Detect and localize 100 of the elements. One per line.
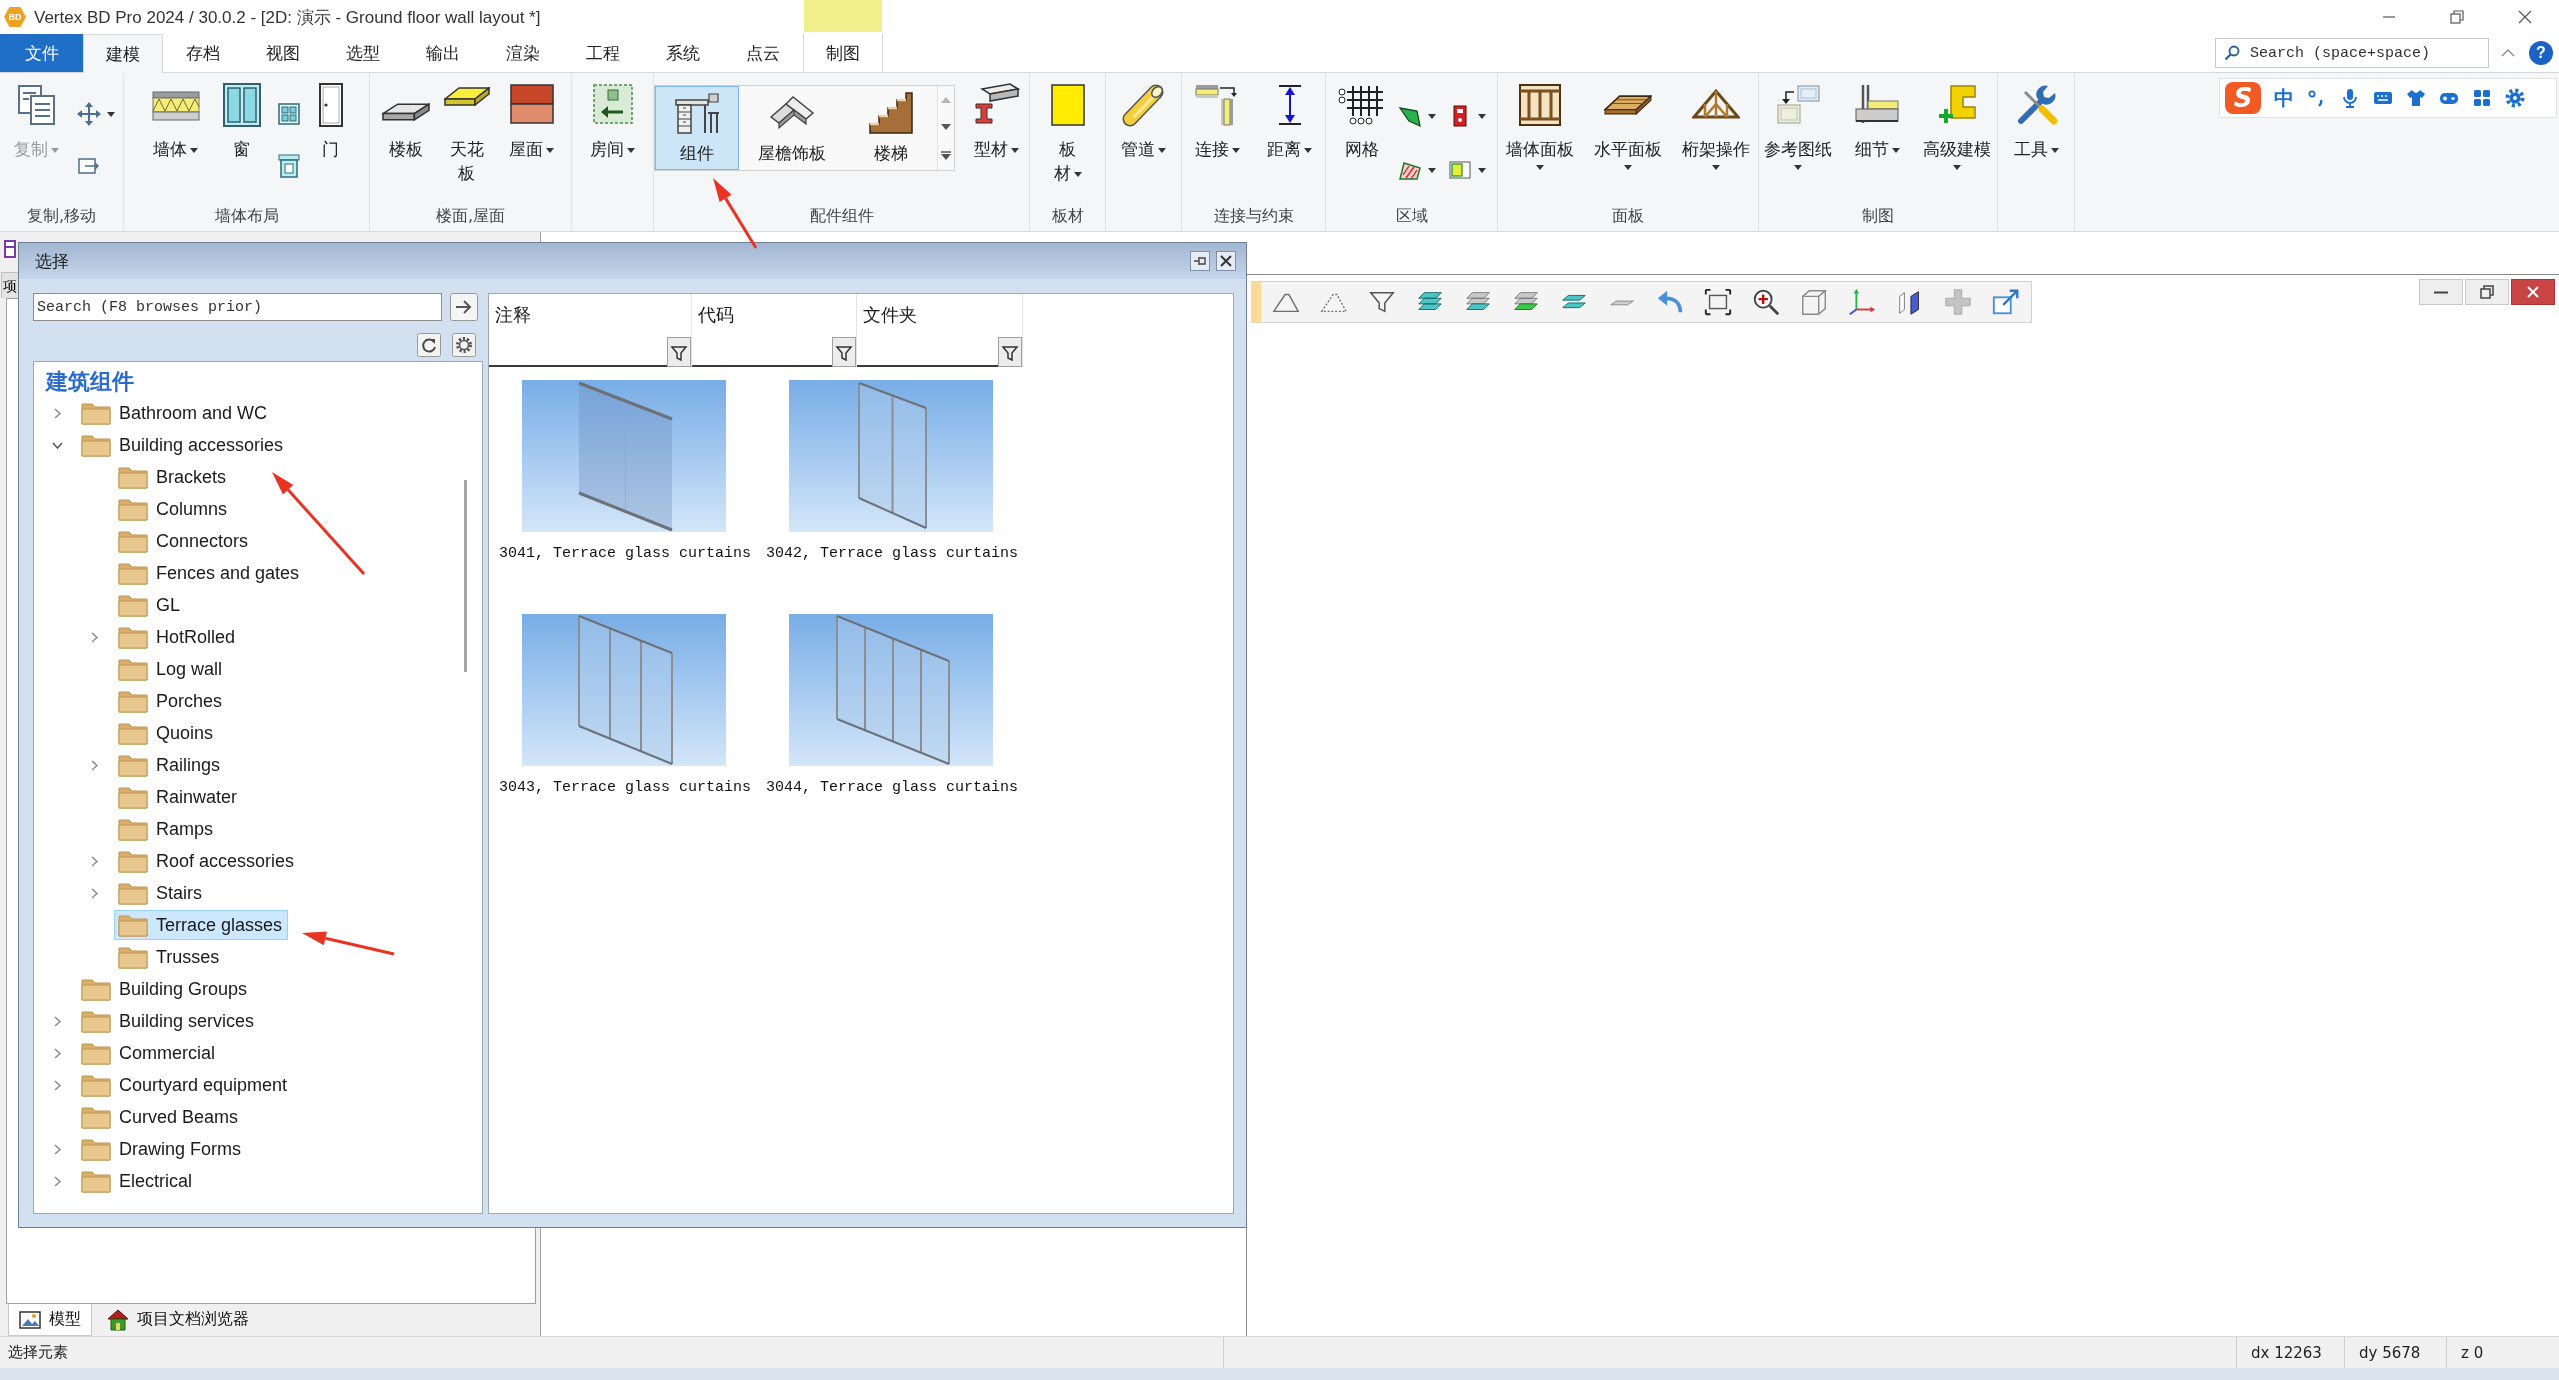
menu-tab[interactable]: 输出: [403, 34, 483, 72]
restore-button[interactable]: [2465, 279, 2509, 305]
tree-item[interactable]: Brackets: [114, 462, 233, 492]
tree-item[interactable]: Courtyard equipment: [77, 1070, 294, 1100]
ribbon-button[interactable]: 管道: [1107, 80, 1180, 162]
scrollbar-thumb[interactable]: [464, 480, 467, 672]
column-header[interactable]: 代码: [698, 305, 734, 325]
fit-frame-icon[interactable]: [1703, 287, 1733, 317]
chevron-icon[interactable]: [51, 441, 63, 449]
cube-icon[interactable]: [1799, 287, 1829, 317]
tree-item[interactable]: Building services: [77, 1006, 261, 1036]
close-icon[interactable]: [2517, 9, 2533, 25]
export-icon[interactable]: [1991, 287, 2021, 317]
help-button[interactable]: ?: [2529, 41, 2553, 65]
minimize-button[interactable]: [2419, 279, 2463, 305]
search-field[interactable]: Search (F8 browses prior): [33, 293, 442, 321]
menu-tab[interactable]: 渲染: [483, 34, 563, 72]
scroll-down-icon[interactable]: [941, 123, 951, 130]
collapse-icon[interactable]: [2501, 49, 2515, 57]
ime-mode-toggle[interactable]: 中: [2274, 84, 2294, 112]
tree-item[interactable]: Quoins: [114, 718, 220, 748]
ribbon-button[interactable]: 连接: [1185, 80, 1250, 162]
ribbon-button[interactable]: 型材: [963, 80, 1029, 162]
menu-tab[interactable]: 制图: [803, 34, 883, 72]
ribbon-button[interactable]: 网格: [1335, 80, 1388, 162]
ribbon-button[interactable]: 房间: [578, 80, 647, 162]
menu-tab[interactable]: 系统: [643, 34, 723, 72]
chevron-icon[interactable]: [53, 1143, 61, 1155]
tree-item[interactable]: Porches: [114, 686, 229, 716]
panel-tab[interactable]: 项目文档浏览器: [96, 1304, 260, 1336]
tree-item[interactable]: Columns: [114, 494, 234, 524]
tree-item[interactable]: Fences and gates: [114, 558, 306, 588]
tree-item[interactable]: Log wall: [114, 654, 229, 684]
ribbon-button[interactable]: 参考图纸: [1759, 80, 1838, 172]
ribbon-button[interactable]: 桁架操作: [1676, 80, 1756, 172]
restore-icon[interactable]: [2449, 9, 2465, 25]
tree-item[interactable]: Drawing Forms: [77, 1134, 248, 1164]
refresh-icon[interactable]: [417, 333, 441, 357]
chevron-icon[interactable]: [53, 1079, 61, 1091]
search-field[interactable]: Search (space+space): [2215, 38, 2489, 68]
ribbon-button[interactable]: 高级建模: [1916, 80, 1997, 172]
glass-panel-thumbnail[interactable]: [522, 380, 726, 532]
column-header[interactable]: 文件夹: [863, 305, 917, 325]
tree-item[interactable]: Terrace glasses: [114, 910, 289, 940]
tree-item[interactable]: Trusses: [114, 942, 226, 972]
zoom-in-icon[interactable]: [1751, 287, 1781, 317]
ribbon-button[interactable]: 细节: [1845, 80, 1909, 162]
ribbon-button[interactable]: 工具: [2004, 80, 2068, 162]
chevron-icon[interactable]: [53, 407, 61, 419]
tree-item[interactable]: HotRolled: [114, 622, 242, 652]
panel-tab[interactable]: 模型: [8, 1304, 92, 1336]
menu-tab[interactable]: 存档: [163, 34, 243, 72]
column-header[interactable]: 注释: [495, 305, 531, 325]
ribbon-button[interactable]: 距离: [1257, 80, 1322, 162]
tree-item[interactable]: Railings: [114, 750, 227, 780]
gallery-expand-icon[interactable]: [941, 150, 951, 160]
menu-tab[interactable]: 文件: [0, 34, 83, 72]
tree-item[interactable]: Building Groups: [77, 974, 254, 1004]
ribbon-button[interactable]: 天花板: [442, 80, 491, 186]
filter-icon[interactable]: [667, 337, 691, 367]
tree-item[interactable]: Curved Beams: [77, 1102, 245, 1132]
tree-item[interactable]: Bathroom and WC: [77, 398, 274, 428]
ribbon-button[interactable]: 屋面: [498, 80, 565, 162]
ribbon-button[interactable]: 窗: [216, 80, 267, 162]
menu-tab[interactable]: 选型: [323, 34, 403, 72]
close-icon[interactable]: [1216, 251, 1236, 271]
close-button[interactable]: [2511, 279, 2555, 305]
gallery-item[interactable]: 屋檐饰板: [739, 86, 844, 170]
chevron-icon[interactable]: [90, 759, 98, 771]
chevron-icon[interactable]: [53, 1015, 61, 1027]
chevron-icon[interactable]: [90, 631, 98, 643]
pin-icon[interactable]: [1190, 251, 1210, 271]
chevron-icon[interactable]: [90, 855, 98, 867]
panel-icon[interactable]: [4, 240, 16, 258]
settings-icon[interactable]: [452, 333, 476, 357]
glass-panel-thumbnail[interactable]: [789, 380, 993, 532]
axes-icon[interactable]: [1847, 287, 1877, 317]
ribbon-button[interactable]: 墙体: [142, 80, 209, 162]
chevron-icon[interactable]: [53, 1047, 61, 1059]
filter-icon[interactable]: [832, 337, 856, 367]
ribbon-button[interactable]: 板材: [1046, 80, 1089, 186]
shirt-icon[interactable]: [2406, 88, 2426, 108]
tree-item[interactable]: Roof accessories: [114, 846, 301, 876]
gallery-item[interactable]: 组件: [655, 86, 739, 170]
tree-item[interactable]: Stairs: [114, 878, 208, 908]
tree-item[interactable]: Commercial: [77, 1038, 221, 1068]
menu-tab[interactable]: 视图: [243, 34, 323, 72]
menu-tab[interactable]: 建模: [83, 34, 163, 73]
tree-item[interactable]: Electrical: [77, 1166, 199, 1196]
arrow-right-icon[interactable]: [450, 293, 478, 321]
panel-tab[interactable]: 项: [1, 272, 19, 298]
chevron-icon[interactable]: [53, 1175, 61, 1187]
ribbon-button[interactable]: 墙体面板: [1500, 80, 1580, 172]
menu-tab[interactable]: 工程: [563, 34, 643, 72]
tree-item[interactable]: GL: [114, 590, 186, 620]
gear-icon[interactable]: [2505, 88, 2525, 108]
tree-item[interactable]: Rainwater: [114, 782, 244, 812]
tree-item[interactable]: Building accessories: [77, 430, 290, 460]
glass-panel-thumbnail[interactable]: [522, 614, 726, 766]
tree-item[interactable]: Connectors: [114, 526, 255, 556]
